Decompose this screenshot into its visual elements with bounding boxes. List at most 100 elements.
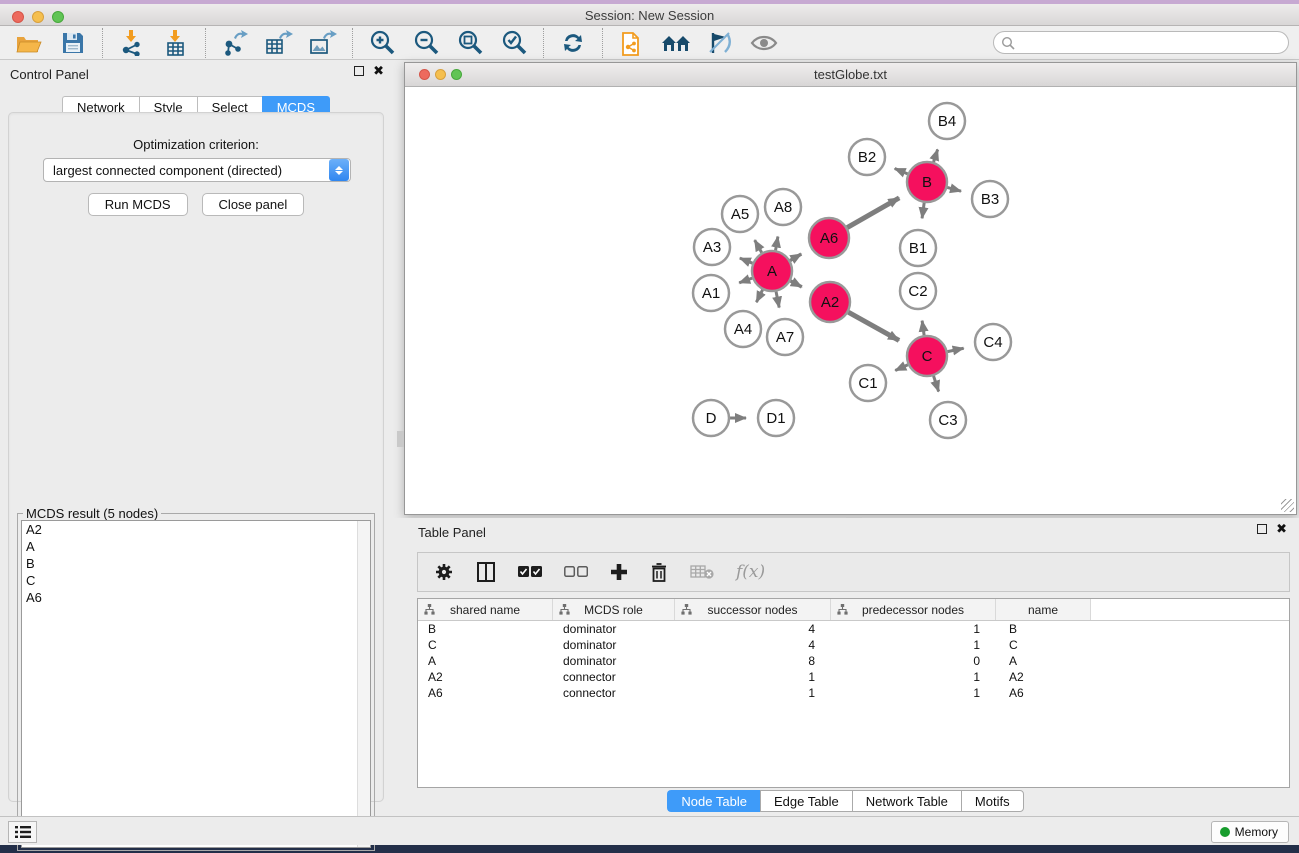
table-cell[interactable]: C xyxy=(418,638,553,652)
import-table-button[interactable] xyxy=(161,29,191,57)
table-cell[interactable]: C xyxy=(996,638,1091,652)
result-list-item[interactable]: A xyxy=(22,538,370,555)
table-cell[interactable]: 1 xyxy=(831,670,996,684)
memory-button[interactable]: Memory xyxy=(1211,821,1289,843)
hide-flag-button[interactable] xyxy=(705,29,735,57)
import-network-button[interactable] xyxy=(117,29,147,57)
table-cell[interactable]: B xyxy=(996,622,1091,636)
table-row[interactable]: A2connector11A2 xyxy=(418,669,1289,685)
table-cell[interactable]: B xyxy=(418,622,553,636)
table-cell[interactable]: 4 xyxy=(675,622,831,636)
table-cell[interactable]: 1 xyxy=(831,686,996,700)
graph-edge[interactable] xyxy=(848,312,899,340)
column-header[interactable]: name xyxy=(996,599,1091,620)
zoom-in-button[interactable] xyxy=(367,29,397,57)
table-cell[interactable]: A6 xyxy=(418,686,553,700)
result-list-item[interactable]: B xyxy=(22,555,370,572)
tab-network-table[interactable]: Network Table xyxy=(852,790,961,812)
mcds-result-list[interactable]: A2ABCA6 xyxy=(21,520,371,848)
table-cell[interactable]: 1 xyxy=(675,670,831,684)
table-cell[interactable]: 8 xyxy=(675,654,831,668)
table-cell[interactable]: A xyxy=(996,654,1091,668)
close-panel-icon[interactable]: ✖ xyxy=(373,66,384,76)
graph-edge[interactable] xyxy=(755,240,762,253)
node-table[interactable]: shared nameMCDS rolesuccessor nodesprede… xyxy=(417,598,1290,788)
column-header[interactable]: shared name xyxy=(418,599,553,620)
delete-column-button[interactable] xyxy=(650,562,668,582)
export-table-button[interactable] xyxy=(264,29,294,57)
network-canvas[interactable]: AA1A2A3A4A5A6A7A8BB1B2B3B4CC1C2C3C4DD1 xyxy=(405,87,1296,514)
graph-edge[interactable] xyxy=(776,237,778,251)
table-cell[interactable]: dominator xyxy=(553,622,675,636)
show-columns-button[interactable] xyxy=(476,562,496,582)
network-vertical-scrollbar[interactable] xyxy=(397,431,404,447)
float-table-panel-icon[interactable] xyxy=(1257,524,1267,534)
tab-motifs[interactable]: Motifs xyxy=(961,790,1024,812)
refresh-button[interactable] xyxy=(558,29,588,57)
table-cell[interactable]: A2 xyxy=(418,670,553,684)
show-eye-button[interactable] xyxy=(749,29,779,57)
table-cell[interactable]: dominator xyxy=(553,638,675,652)
table-row[interactable]: Adominator80A xyxy=(418,653,1289,669)
column-header[interactable]: successor nodes xyxy=(675,599,831,620)
function-builder-button[interactable]: f(x) xyxy=(736,562,765,582)
graph-edge[interactable] xyxy=(922,321,924,335)
table-cell[interactable]: 1 xyxy=(831,638,996,652)
search-input[interactable] xyxy=(993,31,1289,54)
home-button[interactable] xyxy=(661,29,691,57)
graph-edge[interactable] xyxy=(895,169,908,174)
table-cell[interactable]: 4 xyxy=(675,638,831,652)
table-cell[interactable]: 1 xyxy=(831,622,996,636)
new-network-from-file-button[interactable] xyxy=(617,29,647,57)
table-row[interactable]: Bdominator41B xyxy=(418,621,1289,637)
zoom-fit-button[interactable] xyxy=(455,29,485,57)
table-settings-button[interactable] xyxy=(434,562,454,582)
tab-edge-table[interactable]: Edge Table xyxy=(760,790,852,812)
run-mcds-button[interactable]: Run MCDS xyxy=(88,193,188,216)
table-cell[interactable]: connector xyxy=(553,670,675,684)
zoom-out-button[interactable] xyxy=(411,29,441,57)
result-scrollbar[interactable] xyxy=(357,521,370,847)
graph-edge[interactable] xyxy=(847,198,899,228)
graph-edge[interactable] xyxy=(948,348,964,351)
graph-edge[interactable] xyxy=(740,258,753,263)
graph-edge[interactable] xyxy=(791,281,802,287)
deselect-all-button[interactable] xyxy=(564,566,588,578)
zoom-selected-button[interactable] xyxy=(499,29,529,57)
table-cell[interactable]: 1 xyxy=(675,686,831,700)
task-history-button[interactable] xyxy=(8,821,37,843)
close-panel-button[interactable]: Close panel xyxy=(202,193,305,216)
column-header[interactable]: MCDS role xyxy=(553,599,675,620)
graph-edge[interactable] xyxy=(922,203,924,218)
table-cell[interactable]: connector xyxy=(553,686,675,700)
export-image-button[interactable] xyxy=(308,29,338,57)
table-cell[interactable]: A xyxy=(418,654,553,668)
delete-table-button[interactable] xyxy=(690,564,714,580)
graph-edge[interactable] xyxy=(934,376,939,392)
table-cell[interactable]: 0 xyxy=(831,654,996,668)
float-panel-icon[interactable] xyxy=(354,66,364,76)
graph-edge[interactable] xyxy=(947,187,961,191)
select-all-button[interactable] xyxy=(518,566,542,578)
graph-edge[interactable] xyxy=(790,254,801,260)
tab-node-table[interactable]: Node Table xyxy=(667,790,760,812)
graph-edge[interactable] xyxy=(934,150,938,163)
window-resize-grip[interactable] xyxy=(1281,499,1294,512)
close-table-panel-icon[interactable]: ✖ xyxy=(1276,524,1287,534)
add-column-button[interactable] xyxy=(610,563,628,581)
table-cell[interactable]: A6 xyxy=(996,686,1091,700)
graph-edge[interactable] xyxy=(776,292,779,308)
optimization-criterion-select[interactable]: largest connected component (directed) xyxy=(43,158,351,182)
save-session-button[interactable] xyxy=(58,29,88,57)
result-list-item[interactable]: A6 xyxy=(22,589,370,606)
table-cell[interactable]: dominator xyxy=(553,654,675,668)
open-file-button[interactable] xyxy=(14,29,44,57)
graph-edge[interactable] xyxy=(756,290,762,302)
graph-edge[interactable] xyxy=(895,365,908,371)
table-cell[interactable]: A2 xyxy=(996,670,1091,684)
export-network-button[interactable] xyxy=(220,29,250,57)
column-header[interactable]: predecessor nodes xyxy=(831,599,996,620)
result-list-item[interactable]: A2 xyxy=(22,521,370,538)
graph-edge[interactable] xyxy=(739,278,752,283)
result-list-item[interactable]: C xyxy=(22,572,370,589)
